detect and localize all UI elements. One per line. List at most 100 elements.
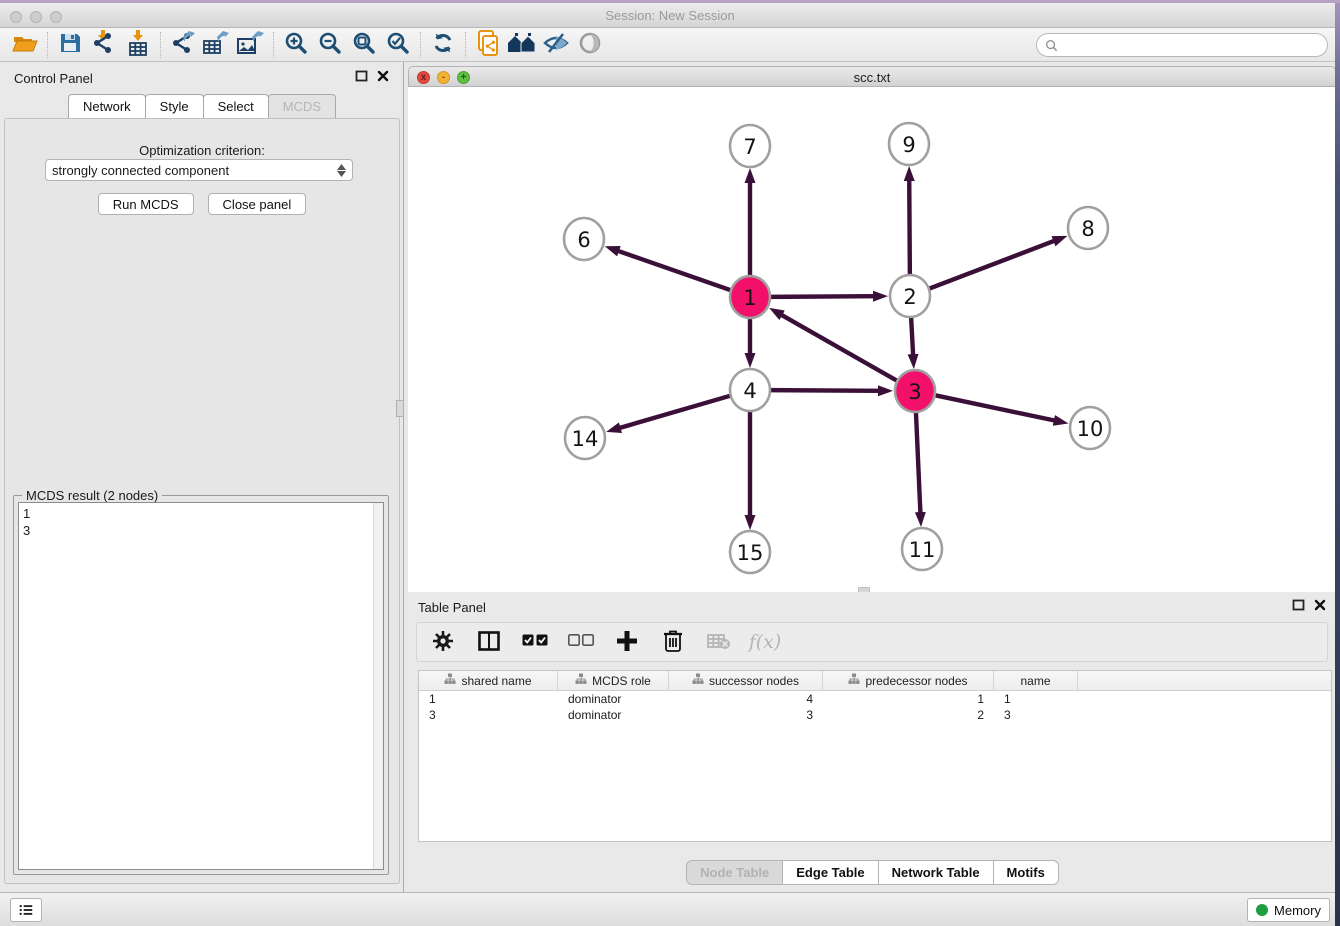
tab-node-table[interactable]: Node Table	[686, 860, 783, 885]
select-all-checkboxes-button[interactable]	[521, 628, 549, 656]
zoom-out-button[interactable]	[313, 30, 347, 60]
run-mcds-button[interactable]: Run MCDS	[98, 193, 194, 215]
edge-2-8[interactable]	[928, 240, 1056, 289]
table-tabs: Node TableEdge TableNetwork TableMotifs	[408, 860, 1336, 885]
close-panel-icon[interactable]	[377, 70, 389, 82]
network-from-selection-button[interactable]	[471, 30, 505, 60]
zoom-selected-button[interactable]	[381, 30, 415, 60]
cell-MCDS-role[interactable]: dominator	[558, 707, 669, 723]
node-10[interactable]: 10	[1070, 407, 1110, 449]
float-table-panel-icon[interactable]	[1292, 599, 1305, 611]
show-details-button[interactable]	[573, 30, 607, 60]
result-scrollbar[interactable]	[373, 503, 383, 869]
tree-icon	[575, 673, 587, 688]
search-box[interactable]	[1036, 33, 1328, 57]
tab-style[interactable]: Style	[145, 94, 204, 118]
delete-column-button[interactable]	[659, 628, 687, 656]
show-columns-icon	[478, 631, 500, 654]
column-header-shared-name[interactable]: shared name	[419, 671, 558, 690]
network-window-titlebar[interactable]: x - + scc.txt	[408, 66, 1336, 87]
toolbar-separator	[160, 32, 161, 58]
cell-successor-nodes[interactable]: 4	[669, 691, 823, 707]
status-bar: Memory	[0, 892, 1340, 926]
cell-predecessor-nodes[interactable]: 1	[823, 691, 994, 707]
close-panel-button[interactable]: Close panel	[208, 193, 307, 215]
function-builder-icon: f(x)	[749, 631, 782, 653]
edge-2-9[interactable]	[909, 179, 910, 277]
tab-edge-table[interactable]: Edge Table	[782, 860, 878, 885]
float-panel-icon[interactable]	[355, 70, 368, 82]
import-table-button[interactable]	[121, 30, 155, 60]
main-toolbar	[0, 28, 1340, 62]
node-9[interactable]: 9	[889, 123, 929, 165]
memory-button[interactable]: Memory	[1247, 898, 1330, 922]
tab-network-table[interactable]: Network Table	[878, 860, 994, 885]
cell-predecessor-nodes[interactable]: 2	[823, 707, 994, 723]
edge-3-11[interactable]	[916, 410, 921, 514]
optimization-criterion-select[interactable]: strongly connected component	[45, 159, 353, 181]
home-layout-button[interactable]	[505, 30, 539, 60]
edge-4-3[interactable]	[769, 390, 880, 391]
node-2[interactable]: 2	[890, 275, 930, 317]
node-1[interactable]: 1	[730, 276, 770, 318]
cell-MCDS-role[interactable]: dominator	[558, 691, 669, 707]
column-header-successor-nodes[interactable]: successor nodes	[669, 671, 823, 690]
mcds-result-text[interactable]: 1 3	[18, 502, 384, 870]
import-network-button[interactable]	[87, 30, 121, 60]
edge-3-10[interactable]	[934, 395, 1056, 421]
node-4[interactable]: 4	[730, 369, 770, 411]
export-image-button[interactable]	[234, 30, 268, 60]
search-input[interactable]	[1063, 38, 1327, 52]
cell-shared-name[interactable]: 1	[419, 691, 558, 707]
tree-icon	[848, 673, 860, 688]
tab-motifs[interactable]: Motifs	[993, 860, 1059, 885]
svg-text:10: 10	[1077, 417, 1104, 441]
deselect-all-checkboxes-button[interactable]	[567, 628, 595, 656]
node-6[interactable]: 6	[564, 218, 604, 260]
cell-name[interactable]: 3	[994, 707, 1078, 723]
open-session-button[interactable]	[8, 30, 42, 60]
selected-criterion: strongly connected component	[52, 163, 229, 178]
column-header-predecessor-nodes[interactable]: predecessor nodes	[823, 671, 994, 690]
cell-successor-nodes[interactable]: 3	[669, 707, 823, 723]
export-network-button[interactable]	[166, 30, 200, 60]
mcds-result-group: MCDS result (2 nodes) 1 3	[13, 495, 389, 875]
table-settings-button[interactable]	[429, 628, 457, 656]
export-table-button[interactable]	[200, 30, 234, 60]
cell-shared-name[interactable]: 3	[419, 707, 558, 723]
node-3[interactable]: 3	[895, 370, 935, 412]
save-session-button[interactable]	[53, 30, 87, 60]
edge-4-14[interactable]	[619, 395, 732, 428]
table-toolbar: f(x)	[416, 622, 1328, 662]
show-columns-button[interactable]	[475, 628, 503, 656]
close-table-panel-icon[interactable]	[1314, 599, 1326, 611]
hide-details-button[interactable]	[539, 30, 573, 60]
table-row[interactable]: 3dominator323	[419, 707, 1331, 723]
table-row[interactable]: 1dominator411	[419, 691, 1331, 707]
node-14[interactable]: 14	[565, 417, 605, 459]
node-8[interactable]: 8	[1068, 207, 1108, 249]
node-11[interactable]: 11	[902, 528, 942, 570]
zoom-fit-button[interactable]	[347, 30, 381, 60]
node-7[interactable]: 7	[730, 125, 770, 167]
column-header-name[interactable]: name	[994, 671, 1078, 690]
splitter-handle[interactable]	[396, 400, 404, 417]
task-history-button[interactable]	[10, 898, 42, 922]
tab-select[interactable]: Select	[203, 94, 269, 118]
edge-1-2[interactable]	[769, 296, 875, 297]
network-canvas[interactable]: 7 9 6 8 1 2 4 3 14 10 15 11	[408, 87, 1336, 592]
select-all-checkboxes-icon	[522, 634, 548, 650]
tab-mcds[interactable]: MCDS	[268, 94, 336, 118]
edge-1-6[interactable]	[617, 251, 732, 291]
node-15[interactable]: 15	[730, 531, 770, 573]
refresh-button[interactable]	[426, 30, 460, 60]
edge-2-3[interactable]	[911, 315, 913, 356]
cell-name[interactable]: 1	[994, 691, 1078, 707]
column-label: shared name	[461, 674, 531, 688]
edge-3-1[interactable]	[780, 314, 898, 381]
zoom-in-button[interactable]	[279, 30, 313, 60]
column-header-MCDS-role[interactable]: MCDS role	[558, 671, 669, 690]
add-column-button[interactable]	[613, 628, 641, 656]
network-graph[interactable]: 7 9 6 8 1 2 4 3 14 10 15 11	[408, 87, 1336, 592]
tab-network[interactable]: Network	[68, 94, 146, 118]
